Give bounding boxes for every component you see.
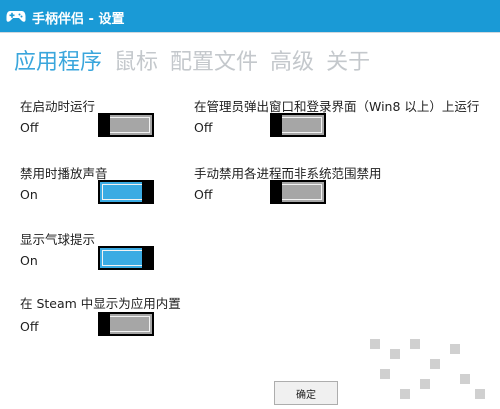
play-sound-state: On — [20, 187, 38, 202]
toggle-knob[interactable] — [270, 180, 282, 204]
admin-popup-label: 在管理员弹出窗口和登录界面（Win8 以上）上运行 — [194, 99, 480, 114]
run-at-startup-state: Off — [20, 120, 39, 135]
ok-button[interactable]: 确定 — [274, 381, 338, 405]
admin-popup-state: Off — [194, 120, 213, 135]
settings-tabs: 应用程序 鼠标 配置文件 高级 关于 — [14, 44, 382, 78]
play-sound-label: 禁用时播放声音 — [20, 166, 108, 181]
toggle-knob[interactable] — [142, 180, 154, 204]
steam-builtin-label: 在 Steam 中显示为应用内置 — [20, 296, 181, 311]
balloon-tips-toggle[interactable] — [98, 246, 154, 270]
titlebar-divider — [0, 32, 500, 33]
admin-popup-toggle[interactable] — [270, 113, 326, 137]
toggle-knob[interactable] — [98, 113, 110, 137]
run-at-startup-label: 在启动时运行 — [20, 99, 96, 114]
run-at-startup-toggle[interactable] — [98, 113, 154, 137]
tab-about[interactable]: 关于 — [326, 44, 370, 78]
gamepad-icon — [6, 11, 26, 22]
toggle-knob[interactable] — [98, 312, 110, 336]
window-title: 手柄伴侣 - 设置 — [32, 12, 125, 27]
tab-profiles[interactable]: 配置文件 — [170, 44, 258, 78]
tab-mouse[interactable]: 鼠标 — [114, 44, 158, 78]
tab-applications[interactable]: 应用程序 — [14, 44, 102, 78]
toggle-knob[interactable] — [270, 113, 282, 137]
steam-builtin-toggle[interactable] — [98, 312, 154, 336]
per-process-disable-toggle[interactable] — [270, 180, 326, 204]
balloon-tips-state: On — [20, 253, 38, 268]
play-sound-toggle[interactable] — [98, 180, 154, 204]
per-process-disable-state: Off — [194, 187, 213, 202]
title-bar[interactable]: 手柄伴侣 - 设置 — [0, 0, 500, 32]
steam-builtin-state: Off — [20, 319, 39, 334]
balloon-tips-label: 显示气球提示 — [20, 232, 96, 247]
toggle-knob[interactable] — [142, 246, 154, 270]
tab-advanced[interactable]: 高级 — [270, 44, 314, 78]
watermark-pattern — [370, 339, 485, 399]
